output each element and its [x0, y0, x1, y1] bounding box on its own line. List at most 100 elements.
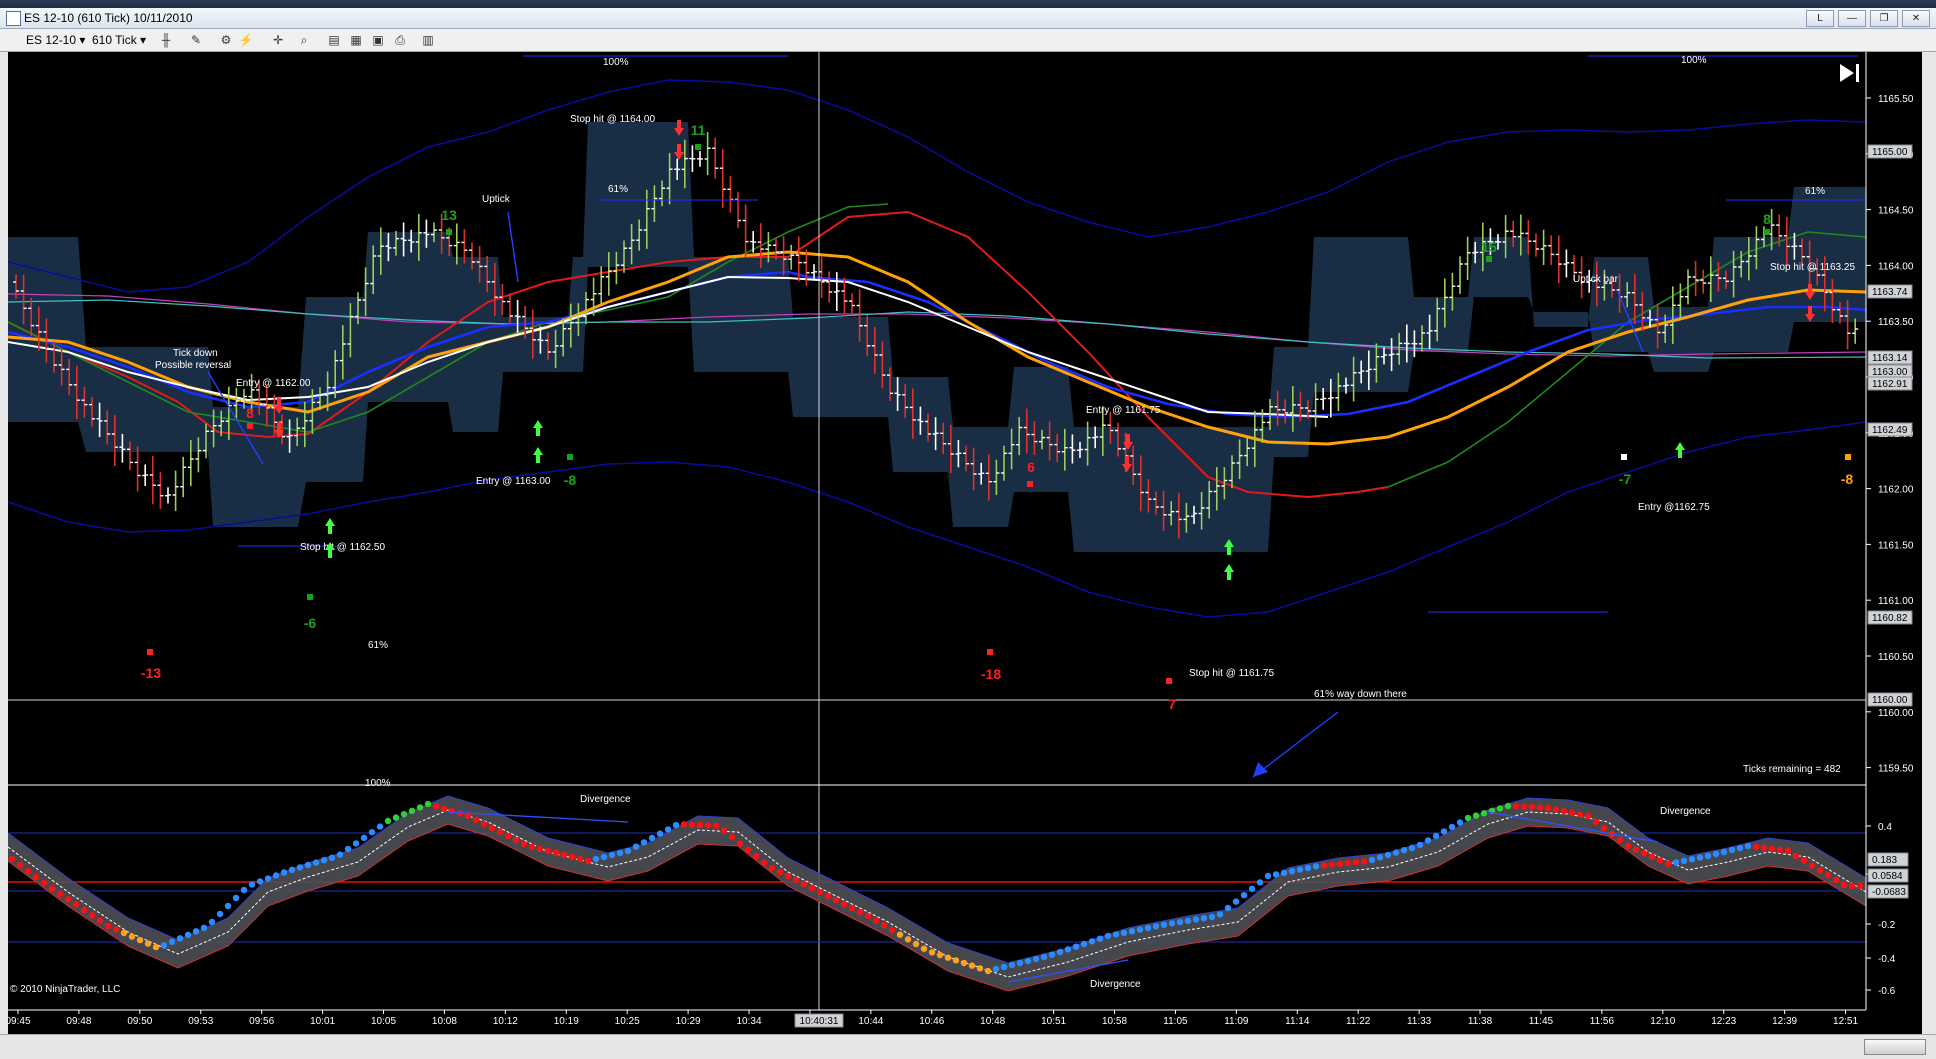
osc-dot: [832, 896, 840, 904]
osc-dot: [232, 894, 240, 902]
tick-down-label: Tick down: [173, 348, 218, 359]
time-axis-label: 12:10: [1650, 1016, 1675, 1027]
osc-dot: [416, 804, 424, 811]
osc-dot: [1752, 843, 1760, 851]
osc-dot: [1840, 881, 1848, 888]
swing-dot: [147, 649, 153, 655]
osc-dot: [440, 805, 448, 812]
stop-hit-1164-label: Stop hit @ 1164.00: [570, 114, 655, 125]
osc-dot: [1248, 885, 1256, 892]
fib-61-label-a: 61%: [608, 184, 628, 195]
time-axis-label: 10:51: [1041, 1016, 1066, 1027]
time-axis-label: 12:23: [1711, 1016, 1736, 1027]
fib-61-label-c: 61%: [368, 640, 388, 651]
divergence-label-2: Divergence: [1660, 806, 1711, 817]
osc-dot: [1856, 882, 1864, 890]
time-axis-label: 11:22: [1346, 1016, 1371, 1027]
zoom-icon[interactable]: ⌕: [296, 33, 312, 47]
osc-dot: [520, 840, 528, 848]
osc-dot: [264, 875, 272, 882]
osc-dot: [688, 821, 696, 828]
price-marker: 1163.00: [1867, 364, 1913, 379]
osc-dot: [1040, 953, 1048, 961]
chart-panel[interactable]: 100% 100% 100% 61% 61% 61% Stop hit @ 1164.00 U…: [5, 52, 1920, 1032]
osc-dot: [1160, 921, 1168, 928]
osc-dot: [920, 945, 928, 952]
chart-trader-icon[interactable]: ▣: [370, 33, 386, 47]
osc-dot: [1560, 808, 1568, 815]
osc-dot: [224, 902, 232, 910]
osc-dot: [104, 922, 112, 930]
right-border: [1922, 52, 1936, 1058]
osc-dot: [1784, 847, 1792, 855]
osc-dot: [504, 832, 512, 840]
osc-axis-label: -0.2: [1878, 920, 1896, 931]
data-box-icon[interactable]: ▦: [348, 33, 364, 47]
osc-dot: [608, 851, 616, 859]
osc-dot: [1112, 931, 1120, 938]
horizontal-scrollbar[interactable]: [0, 1034, 1936, 1059]
price-axis-label: 1161.00: [1878, 596, 1914, 607]
print-icon[interactable]: ⎙: [392, 33, 408, 47]
skip-bar: [1856, 64, 1859, 82]
fib-61-label-b: 61%: [1805, 186, 1825, 197]
osc-dot: [1432, 832, 1440, 840]
osc-marker-text: 0.183: [1872, 855, 1897, 866]
osc-dot: [400, 811, 408, 818]
osc-dot: [1312, 863, 1320, 870]
time-axis-label: 12:51: [1833, 1016, 1858, 1027]
osc-dot: [824, 892, 832, 900]
osc-dot: [1104, 932, 1112, 940]
chart-canvas[interactable]: 100% 100% 100% 61% 61% 61% Stop hit @ 1164.00 U…: [5, 52, 1920, 1032]
price-marker: 1162.49: [1867, 422, 1913, 437]
restore-button[interactable]: ❐: [1870, 10, 1898, 27]
minimize-button[interactable]: —: [1838, 10, 1866, 27]
osc-dot: [696, 821, 704, 829]
osc-dot: [216, 910, 224, 918]
osc-axis-label: 0.4: [1878, 822, 1892, 833]
osc-dot: [352, 840, 360, 847]
scrollbar-thumb[interactable]: [1864, 1039, 1926, 1055]
crosshair-icon[interactable]: ✛: [270, 33, 286, 47]
price-marker: 1160.82: [1867, 610, 1913, 625]
strategy-icon[interactable]: ⚡: [238, 33, 254, 47]
osc-dot: [1632, 846, 1640, 853]
osc-dot: [472, 816, 480, 824]
osc-dot: [192, 928, 200, 935]
osc-dot: [328, 854, 336, 861]
layout-icon[interactable]: ▥: [420, 33, 436, 47]
indicator-icon[interactable]: ⚙: [218, 33, 234, 47]
swing-count-13-down: -13: [141, 665, 161, 681]
instrument-selector[interactable]: ES 12-10 ▾: [26, 32, 85, 48]
osc-dot: [384, 817, 392, 825]
osc-dot: [960, 959, 968, 967]
osc-dot: [1656, 857, 1664, 864]
pencil-draw-icon[interactable]: ✎: [188, 33, 204, 47]
time-axis-label: 10:44: [858, 1016, 883, 1027]
osc-dot: [1600, 824, 1608, 832]
close-button[interactable]: ✕: [1902, 10, 1930, 27]
interval-selector[interactable]: 610 Tick ▾: [92, 32, 146, 48]
osc-dot: [1616, 836, 1624, 844]
stop-hit-1163-25-label: Stop hit @ 1163.25: [1770, 262, 1855, 273]
time-axis-label: 10:29: [676, 1016, 701, 1027]
osc-marker-text: -0.0683: [1872, 887, 1906, 898]
osc-dot: [1096, 935, 1104, 942]
osc-marker: 0.0584: [1867, 868, 1909, 883]
osc-dot: [592, 855, 600, 863]
bar-type-icon[interactable]: ╫: [158, 33, 174, 47]
price-marker-text: 1162.49: [1872, 425, 1908, 436]
price-axis-label: 1164.50: [1878, 206, 1914, 217]
link-button[interactable]: L: [1806, 10, 1834, 27]
uptick-label: Uptick: [482, 194, 511, 205]
osc-dot: [1128, 928, 1136, 935]
price-marker: 1163.14: [1867, 350, 1913, 365]
osc-dot: [1664, 860, 1672, 868]
entry-1162-75-label: Entry @1162.75: [1638, 502, 1710, 513]
osc-dot: [816, 888, 824, 896]
osc-dot: [640, 839, 648, 846]
osc-dot: [616, 849, 624, 857]
osc-dot: [344, 845, 352, 853]
osc-dot: [80, 906, 88, 914]
properties-icon[interactable]: ▤: [326, 33, 342, 47]
